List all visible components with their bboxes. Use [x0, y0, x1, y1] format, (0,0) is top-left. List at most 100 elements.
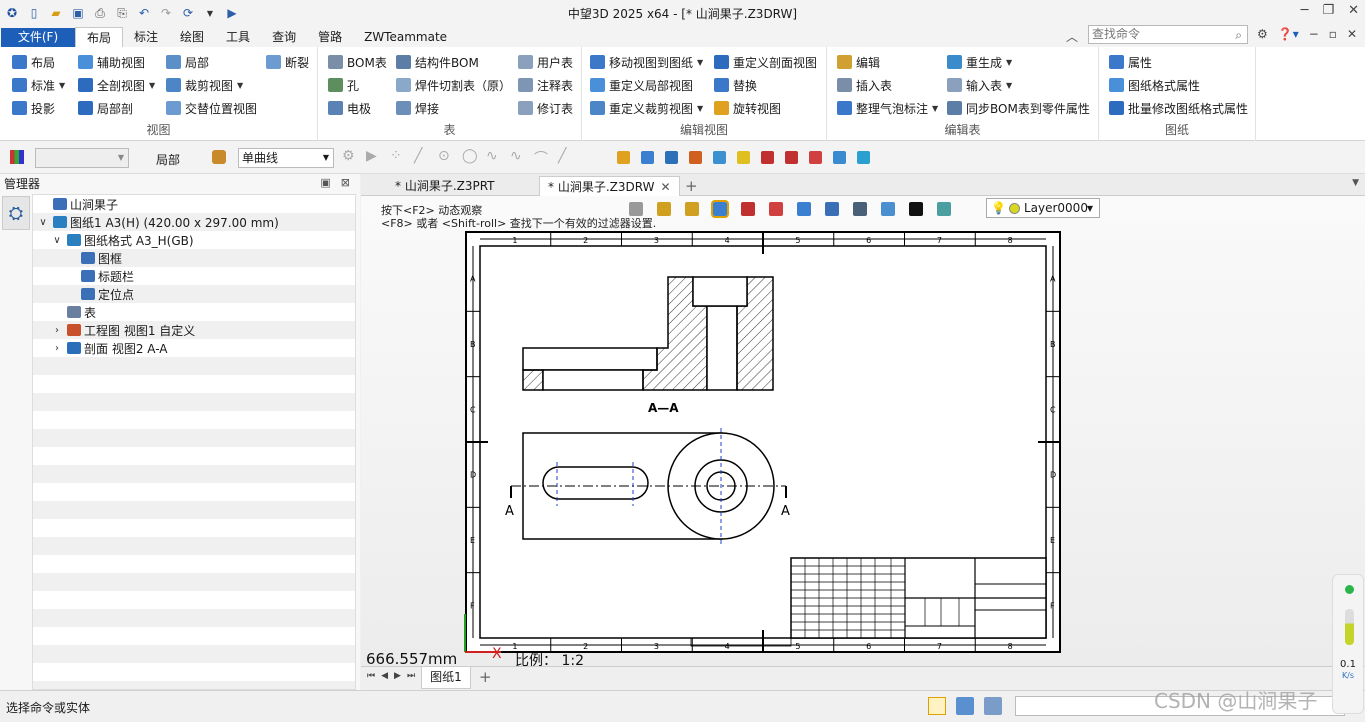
search-icon[interactable]: ⌕	[1235, 27, 1242, 44]
full-section-button[interactable]: 全剖视图 ▼	[78, 75, 155, 95]
tree-node[interactable]: › 剖面 视图2 A-A	[51, 339, 168, 357]
pick-filter-icon[interactable]	[212, 150, 226, 164]
chevron-down-icon[interactable]: ▼	[59, 81, 65, 90]
regenerate-button[interactable]: 重生成 ▼	[947, 52, 1012, 72]
filter-select[interactable]: ▼	[35, 148, 129, 168]
sync-bom-button[interactable]: 同步BOM表到零件属性	[947, 98, 1090, 118]
filter-icon[interactable]	[10, 150, 24, 164]
history-manager-tab[interactable]: ⛭	[2, 196, 30, 230]
close-icon[interactable]: ✕	[660, 180, 670, 194]
snap-tool-icon[interactable]: ⊙	[438, 148, 450, 164]
layout-mode-icon[interactable]	[928, 697, 946, 715]
properties-button[interactable]: 属性	[1109, 52, 1152, 72]
curve-type-select[interactable]: 单曲线 ▼	[238, 148, 334, 168]
close-button[interactable]: ✕	[1348, 3, 1359, 18]
sheet-nav-arrows[interactable]: ⏮◀▶⏭	[367, 671, 421, 681]
tab-tools[interactable]: 工具	[215, 27, 261, 47]
bom-table-button[interactable]: BOM表	[328, 52, 387, 72]
move-view-to-sheet-button[interactable]: 移动视图到图纸 ▼	[590, 52, 703, 72]
snap-tool-icon[interactable]: ∿	[486, 148, 498, 164]
command-search-input[interactable]: 查找命令 ⌕	[1088, 25, 1248, 44]
minimize-button[interactable]: ─	[1301, 3, 1309, 18]
drawing-tool-icon[interactable]	[809, 151, 822, 164]
snap-tool-icon[interactable]: ⁘	[390, 148, 402, 164]
chevron-down-icon[interactable]: ▼	[1006, 81, 1012, 90]
note-table-button[interactable]: 注释表	[518, 75, 573, 95]
tree-node[interactable]: › 工程图 视图1 自定义	[51, 321, 195, 339]
tree-node[interactable]: 表	[51, 303, 96, 321]
auxiliary-view-button[interactable]: 辅助视图	[78, 52, 145, 72]
tab-layout[interactable]: 布局	[75, 27, 124, 47]
tree-node[interactable]: ∨ 图纸格式 A3_H(GB)	[51, 231, 193, 249]
open-file-icon[interactable]: ▰	[48, 5, 64, 21]
expand-chevron-icon[interactable]: ∨	[37, 217, 49, 228]
drawing-tool-icon[interactable]	[713, 151, 726, 164]
drawing-tool-icon[interactable]	[857, 151, 870, 164]
tab-piping[interactable]: 管路	[307, 27, 353, 47]
insert-table-button[interactable]: 插入表	[837, 75, 892, 95]
snap-tool-icon[interactable]: ╱	[558, 148, 566, 164]
drawing-tool-icon[interactable]	[689, 151, 702, 164]
sheet-tab-1[interactable]: 图纸1	[421, 667, 471, 689]
drawing-tool-icon[interactable]	[737, 151, 750, 164]
break-view-button[interactable]: 断裂	[266, 52, 309, 72]
tab-zwteammate[interactable]: ZWTeammate	[353, 27, 458, 47]
regen-icon[interactable]: ⟳	[180, 5, 196, 21]
edit-table-button[interactable]: 编辑	[837, 52, 880, 72]
batch-modify-format-button[interactable]: 批量修改图纸格式属性	[1109, 98, 1248, 118]
doc-tab-z3drw[interactable]: * 山涧果子.Z3DRW ✕	[539, 176, 680, 196]
chevron-down-icon[interactable]: ▼	[697, 58, 703, 67]
revision-table-button[interactable]: 修订表	[518, 98, 573, 118]
sheet-format-properties-button[interactable]: 图纸格式属性	[1109, 75, 1200, 95]
chevron-down-icon[interactable]: ▼	[697, 104, 703, 113]
help-icon[interactable]: ❓▾	[1278, 27, 1299, 41]
redefine-detail-button[interactable]: 重定义局部视图	[590, 75, 693, 95]
redo-icon[interactable]: ↷	[158, 5, 174, 21]
tree-node[interactable]: ∨ 图纸1 A3(H) (420.00 x 297.00 mm)	[37, 213, 278, 231]
snap-tool-icon[interactable]: ⚙	[342, 148, 355, 164]
restore-button[interactable]: ❐	[1322, 3, 1334, 18]
pin-icon[interactable]: ▣	[320, 176, 330, 189]
rotate-view-button[interactable]: 旋转视图	[714, 98, 781, 118]
chevron-down-icon[interactable]: ▼	[237, 81, 243, 90]
tab-list-icon[interactable]: ▼	[1352, 178, 1359, 188]
collapse-ribbon-icon[interactable]: ︿	[1066, 28, 1078, 45]
tab-draw[interactable]: 绘图	[169, 27, 215, 47]
weld-table-button[interactable]: 焊接	[396, 98, 439, 118]
snap-tool-icon[interactable]: ╱	[414, 148, 422, 164]
drawing-canvas[interactable]: 按下<F2> 动态观察 <F8> 或者 <Shift-roll> 查找下一个有效…	[361, 196, 1365, 669]
add-sheet-icon[interactable]: +	[479, 668, 492, 686]
list-icon[interactable]	[984, 697, 1002, 715]
local-label[interactable]: 局部	[156, 151, 180, 168]
electrode-button[interactable]: 电极	[328, 98, 371, 118]
drawing-tool-icon[interactable]	[761, 151, 774, 164]
doc-restore-button[interactable]: ▫	[1329, 27, 1337, 41]
drawing-tool-icon[interactable]	[617, 151, 630, 164]
new-file-icon[interactable]: ▯	[26, 5, 42, 21]
undo-icon[interactable]: ↶	[136, 5, 152, 21]
drawing-tool-icon[interactable]	[785, 151, 798, 164]
snap-tool-icon[interactable]: ⌒	[534, 148, 548, 168]
doc-tab-z3prt[interactable]: * 山涧果子.Z3PRT	[387, 176, 503, 196]
app-logo-icon[interactable]: ✪	[4, 5, 20, 21]
chevron-down-icon[interactable]: ▼	[149, 81, 155, 90]
drawing-tool-icon[interactable]	[641, 151, 654, 164]
display-icon[interactable]	[956, 697, 974, 715]
tree-node[interactable]: 山涧果子	[37, 195, 118, 213]
tree-node[interactable]: 标题栏	[65, 267, 134, 285]
standard-view-button[interactable]: 标准 ▼	[12, 75, 65, 95]
import-table-button[interactable]: 输入表 ▼	[947, 75, 1012, 95]
save-icon[interactable]: ▣	[70, 5, 86, 21]
snap-tool-icon[interactable]: ∿	[510, 148, 522, 164]
settings-gear-icon[interactable]: ⚙	[1257, 27, 1268, 41]
alternate-position-button[interactable]: 交替位置视图	[166, 98, 257, 118]
tab-inquire[interactable]: 查询	[261, 27, 307, 47]
snap-tool-icon[interactable]: ▶	[366, 148, 377, 164]
chevron-down-icon[interactable]: ▼	[932, 104, 938, 113]
redefine-section-button[interactable]: 重定义剖面视图	[714, 52, 817, 72]
chevron-down-icon[interactable]: ▼	[1006, 58, 1012, 67]
doc-close-button[interactable]: ✕	[1347, 27, 1357, 41]
expand-chevron-icon[interactable]: ›	[51, 325, 63, 336]
cut-list-button[interactable]: 焊件切割表（原）	[396, 75, 511, 95]
drawing-tool-icon[interactable]	[665, 151, 678, 164]
